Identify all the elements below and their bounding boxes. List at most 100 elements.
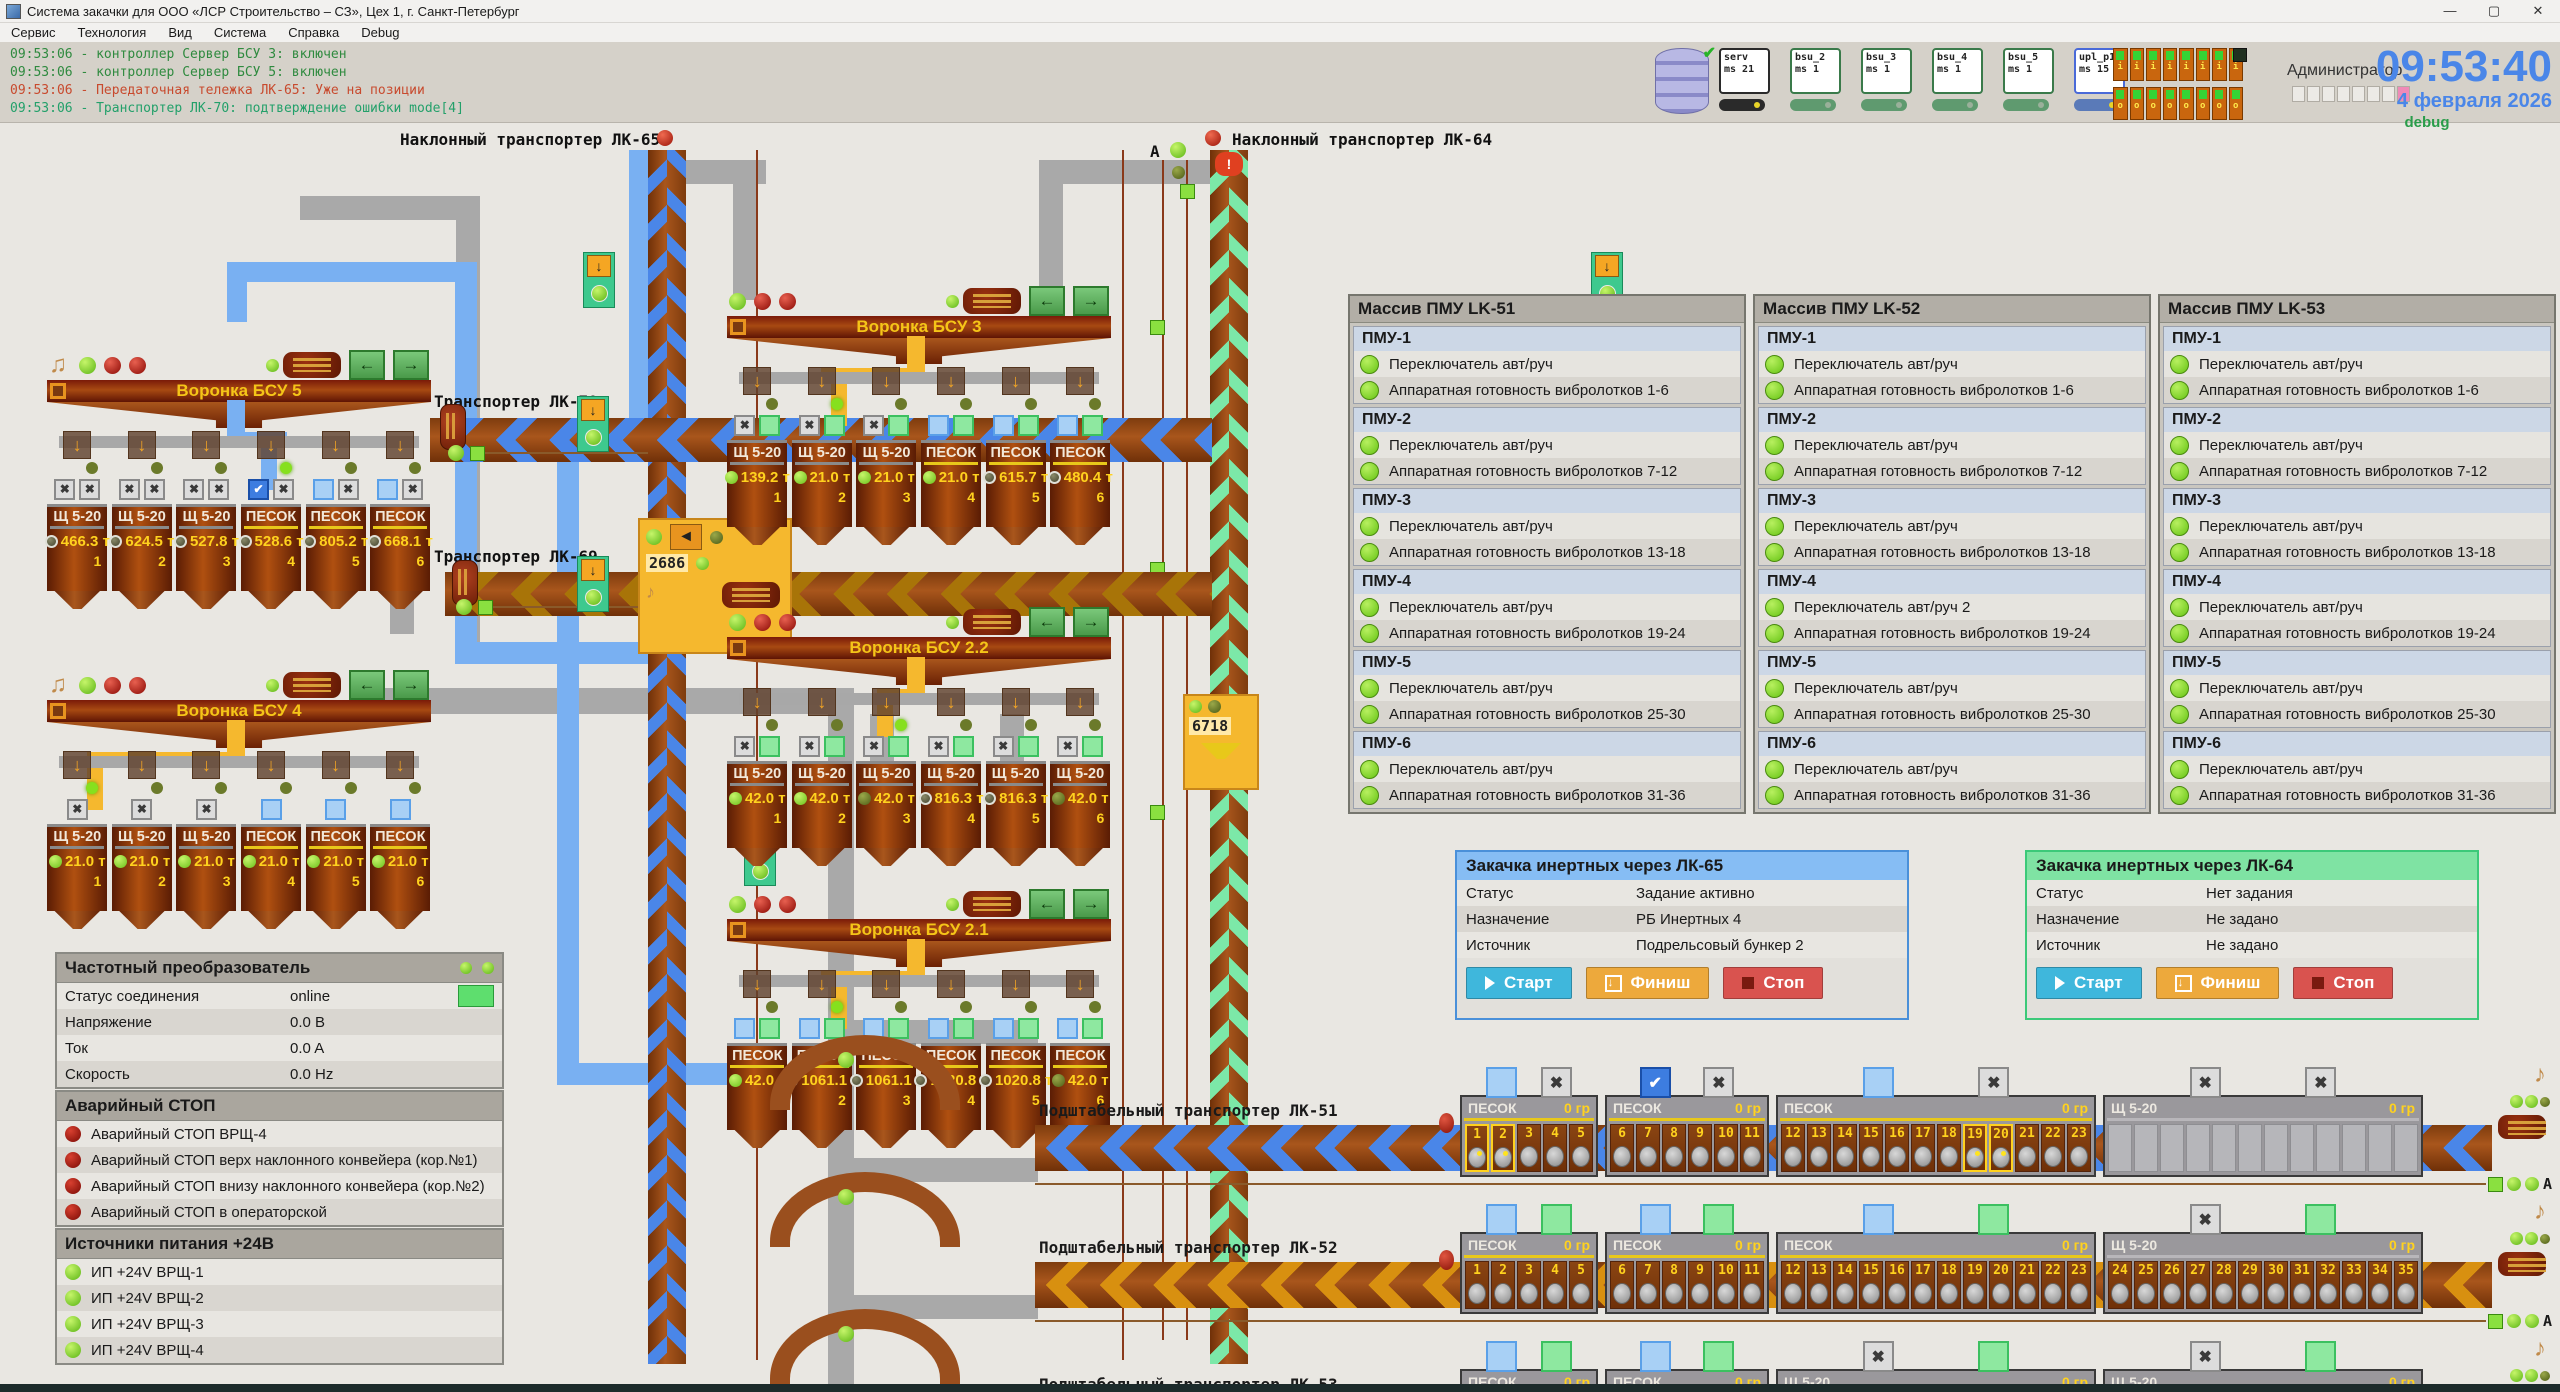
bin-checkbox[interactable] (248, 479, 269, 500)
bin[interactable]: Щ 5-20 624.5 т 2 (112, 504, 172, 591)
bin-checkbox[interactable] (759, 415, 780, 436)
section-checkbox[interactable] (2190, 1341, 2221, 1372)
silo-cell[interactable]: 30 (2264, 1261, 2288, 1309)
silo-cell[interactable]: 4 (1543, 1261, 1567, 1309)
silo-cell[interactable] (2108, 1124, 2132, 1172)
bin[interactable]: ПЕСОК 21.0 т 6 (370, 824, 430, 911)
bin-checkbox[interactable] (1082, 736, 1103, 757)
bin-checkbox[interactable] (799, 736, 820, 757)
silo-cell[interactable]: 29 (2238, 1261, 2262, 1309)
finish-button[interactable]: Финиш (1586, 967, 1710, 999)
section-checkbox[interactable] (2305, 1341, 2336, 1372)
bin-checkbox[interactable] (863, 415, 884, 436)
bin-checkbox[interactable] (1082, 415, 1103, 436)
silo-cell[interactable]: 10 (1714, 1124, 1738, 1172)
gate-icon[interactable] (1002, 688, 1030, 716)
bin[interactable]: Щ 5-20 42.0 т 2 (792, 761, 852, 848)
bin-checkbox[interactable] (863, 736, 884, 757)
section-checkbox[interactable] (1486, 1204, 1517, 1235)
silo-cell[interactable]: 7 (1636, 1261, 1660, 1309)
bin[interactable]: ПЕСОК 668.1 т 6 (370, 504, 430, 591)
silo-cell[interactable]: 16 (1885, 1124, 1909, 1172)
bin-checkbox[interactable] (993, 1018, 1014, 1039)
bin-checkbox[interactable] (119, 479, 140, 500)
maximize-button[interactable]: ▢ (2472, 3, 2516, 19)
gate-icon[interactable] (128, 751, 156, 779)
silo-cell[interactable]: 3 (1517, 1124, 1541, 1172)
bin-checkbox[interactable] (734, 1018, 755, 1039)
gate-icon[interactable] (192, 431, 220, 459)
silo-cell[interactable]: 20 (1989, 1124, 2013, 1172)
bin-checkbox[interactable] (799, 415, 820, 436)
silo-cell[interactable]: 14 (1833, 1124, 1857, 1172)
silo-cell[interactable]: 3 (1517, 1261, 1541, 1309)
section-checkbox[interactable] (1640, 1204, 1671, 1235)
gate-icon[interactable] (872, 970, 900, 998)
silo-cell[interactable]: 32 (2316, 1261, 2340, 1309)
gate-icon[interactable] (808, 970, 836, 998)
silo-cell[interactable]: 23 (2067, 1124, 2091, 1172)
menu-item[interactable]: Справка (277, 25, 350, 40)
bin[interactable]: ПЕСОК 528.6 т 4 (241, 504, 301, 591)
silo-cell[interactable]: 8 (1662, 1261, 1686, 1309)
section-checkbox[interactable] (1703, 1067, 1734, 1098)
silo-cell[interactable] (2238, 1124, 2262, 1172)
gate-icon[interactable] (808, 367, 836, 395)
bin[interactable]: Щ 5-20 466.3 т 1 (47, 504, 107, 591)
silo-cell[interactable]: 11 (1740, 1124, 1764, 1172)
transfer-cart-lk64[interactable]: 6718 (1183, 694, 1259, 790)
bin-checkbox[interactable] (261, 799, 282, 820)
gate-icon[interactable] (257, 751, 285, 779)
gate-icon[interactable] (63, 751, 91, 779)
silo-cell[interactable]: 18 (1937, 1261, 1961, 1309)
silo-cell[interactable] (2290, 1124, 2314, 1172)
bin-checkbox[interactable] (953, 1018, 974, 1039)
silo-cell[interactable] (2264, 1124, 2288, 1172)
bin[interactable]: Щ 5-20 21.0 т 2 (792, 440, 852, 527)
gate-icon[interactable] (937, 970, 965, 998)
gate-icon[interactable] (743, 367, 771, 395)
silo-cell[interactable] (2134, 1124, 2158, 1172)
bin[interactable]: ПЕСОК 21.0 т 5 (306, 824, 366, 911)
move-right-button[interactable]: → (393, 350, 429, 380)
bin-checkbox[interactable] (273, 479, 294, 500)
silo-cell[interactable]: 17 (1911, 1124, 1935, 1172)
silo-cell[interactable] (2160, 1124, 2184, 1172)
section-checkbox[interactable] (1486, 1067, 1517, 1098)
silo-cell[interactable]: 18 (1937, 1124, 1961, 1172)
bin[interactable]: ПЕСОК 805.2 т 5 (306, 504, 366, 591)
bin-checkbox[interactable] (888, 1018, 909, 1039)
conveyor-lk65[interactable] (648, 150, 686, 1364)
bin-checkbox[interactable] (799, 1018, 820, 1039)
gate-icon[interactable] (1002, 367, 1030, 395)
bin-checkbox[interactable] (1018, 1018, 1039, 1039)
menu-item[interactable]: Система (203, 25, 277, 40)
bin[interactable]: Щ 5-20 42.0 т 3 (856, 761, 916, 848)
silo-cell[interactable]: 6 (1610, 1261, 1634, 1309)
silo-cell[interactable]: 20 (1989, 1261, 2013, 1309)
move-right-button[interactable]: → (393, 670, 429, 700)
gate-icon[interactable] (937, 688, 965, 716)
bin-checkbox[interactable] (67, 799, 88, 820)
section-checkbox[interactable] (1640, 1341, 1671, 1372)
close-button[interactable]: ✕ (2516, 3, 2560, 19)
bin-checkbox[interactable] (377, 479, 398, 500)
silo-cell[interactable]: 11 (1740, 1261, 1764, 1309)
section-checkbox[interactable] (1978, 1067, 2009, 1098)
bin[interactable]: Щ 5-20 21.0 т 3 (176, 824, 236, 911)
silo-cell[interactable]: 23 (2067, 1261, 2091, 1309)
bin[interactable]: Щ 5-20 139.2 т 1 (727, 440, 787, 527)
bin-checkbox[interactable] (824, 415, 845, 436)
bin-checkbox[interactable] (325, 799, 346, 820)
bin-checkbox[interactable] (1018, 736, 1039, 757)
move-left-button[interactable]: ← (1029, 286, 1065, 316)
bin-checkbox[interactable] (888, 415, 909, 436)
bin-checkbox[interactable] (759, 736, 780, 757)
bin-checkbox[interactable] (1057, 1018, 1078, 1039)
bin-checkbox[interactable] (759, 1018, 780, 1039)
gate-icon[interactable] (872, 367, 900, 395)
silo-cell[interactable]: 28 (2212, 1261, 2236, 1309)
section-checkbox[interactable] (2190, 1204, 2221, 1235)
move-left-button[interactable]: ← (349, 350, 385, 380)
bin-checkbox[interactable] (734, 736, 755, 757)
